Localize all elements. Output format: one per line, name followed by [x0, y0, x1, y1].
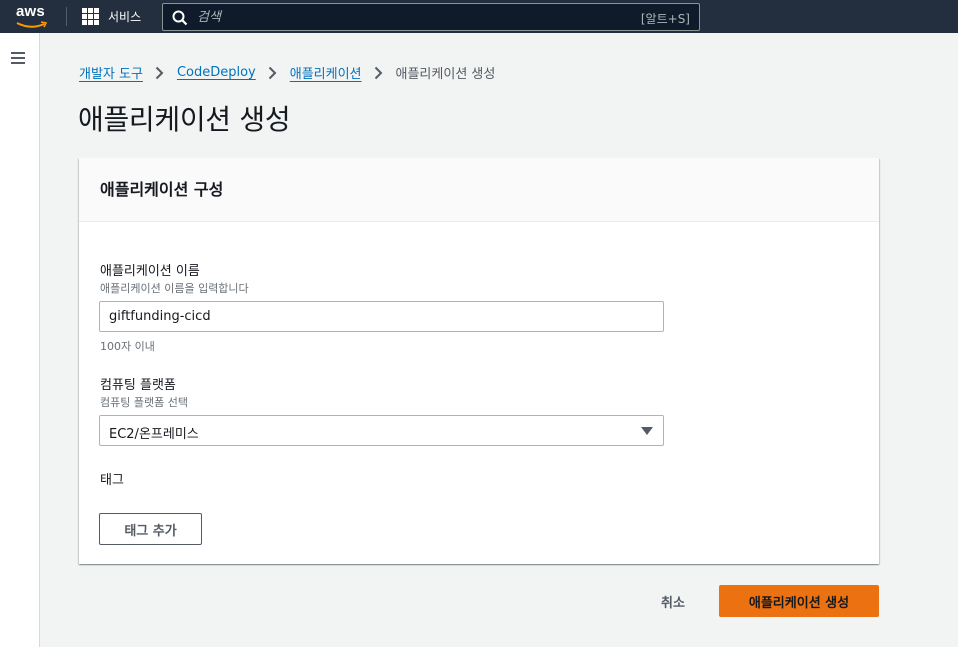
- page-title: 애플리케이션 생성: [78, 103, 291, 136]
- grid-icon: [82, 8, 99, 25]
- panel-title: 애플리케이션 구성: [100, 180, 224, 199]
- search-shortcut-hint: [알트+S]: [640, 12, 690, 26]
- tags-label: 태그: [100, 473, 124, 488]
- breadcrumb-codedeploy[interactable]: CodeDeploy: [177, 65, 256, 80]
- create-application-button[interactable]: 애플리케이션 생성: [719, 585, 879, 617]
- chevron-right-icon: [374, 66, 382, 79]
- breadcrumb-applications[interactable]: 애플리케이션: [290, 63, 362, 82]
- application-configuration-panel: 애플리케이션 구성 애플리케이션 이름 애플리케이션 이름을 입력합니다 100…: [79, 158, 879, 564]
- platform-select[interactable]: EC2/온프레미스: [99, 415, 664, 446]
- chevron-right-icon: [155, 66, 164, 79]
- cancel-button[interactable]: 취소: [661, 592, 685, 611]
- app-name-label: 애플리케이션 이름: [100, 264, 200, 279]
- top-navigation: aws 서비스 [알트+S]: [0, 0, 958, 33]
- search-bar[interactable]: [알트+S]: [162, 3, 700, 31]
- app-name-input[interactable]: [99, 301, 664, 332]
- aws-logo-text: aws: [16, 3, 45, 20]
- services-label: 서비스: [108, 10, 142, 24]
- side-navigation-rail: [0, 33, 40, 647]
- hamburger-menu-icon[interactable]: [11, 52, 25, 64]
- platform-selected-value: EC2/온프레미스: [109, 427, 199, 442]
- breadcrumb-developer-tools[interactable]: 개발자 도구: [79, 63, 143, 82]
- breadcrumb: 개발자 도구 CodeDeploy 애플리케이션 애플리케이션 생성: [79, 63, 495, 82]
- breadcrumb-current: 애플리케이션 생성: [395, 67, 496, 82]
- add-tag-button[interactable]: 태그 추가: [99, 513, 202, 545]
- platform-label: 컴퓨팅 플랫폼: [100, 378, 176, 393]
- caret-down-icon: [641, 427, 653, 435]
- platform-description: 컴퓨팅 플랫폼 선택: [100, 396, 188, 409]
- nav-divider: [66, 7, 67, 26]
- aws-smile-icon: [16, 21, 48, 28]
- aws-logo[interactable]: aws: [14, 3, 50, 30]
- app-name-constraint: 100자 이내: [100, 340, 155, 353]
- search-icon: [172, 10, 188, 26]
- chevron-right-icon: [268, 66, 277, 79]
- app-name-description: 애플리케이션 이름을 입력합니다: [100, 282, 249, 295]
- panel-header: 애플리케이션 구성: [79, 158, 879, 222]
- search-input[interactable]: [197, 6, 577, 28]
- services-menu-button[interactable]: 서비스: [82, 8, 141, 25]
